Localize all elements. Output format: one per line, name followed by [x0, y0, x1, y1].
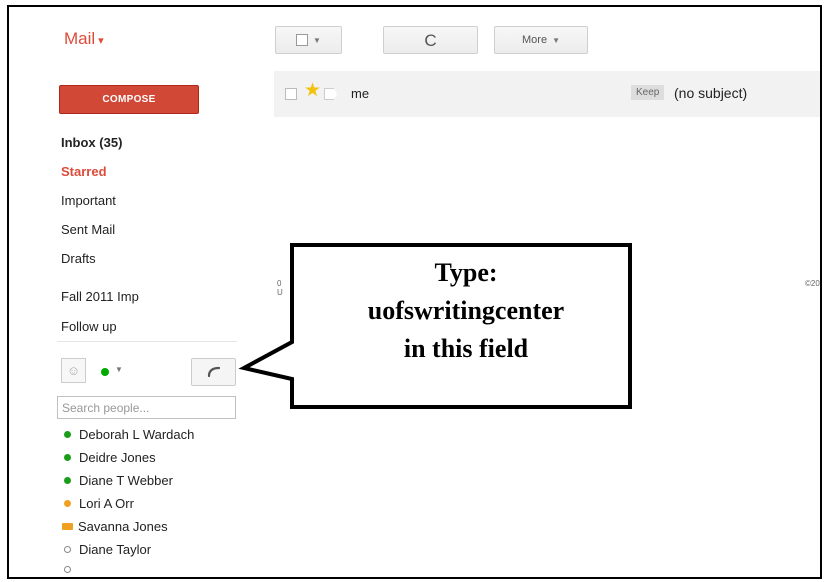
contact-name: Diane T Webber	[79, 473, 173, 488]
nav-fall-2011-imp[interactable]: Fall 2011 Imp	[61, 289, 139, 304]
footer-copyright: ©201	[805, 279, 820, 288]
callout-text: Type: uofswritingcenter in this field	[295, 254, 637, 368]
contact-item[interactable]: Diane Taylor	[64, 542, 151, 557]
message-label-tag: Keep	[631, 85, 665, 100]
contact-name: Deborah L Wardach	[79, 427, 195, 442]
footer-fragment-line2: U	[277, 288, 283, 297]
chevron-down-icon: ▾	[98, 35, 104, 47]
contact-item[interactable]: Savanna Jones	[62, 519, 168, 534]
nav-sent-mail[interactable]: Sent Mail	[61, 222, 115, 237]
offline-status-icon	[64, 546, 71, 553]
mail-app-switcher[interactable]: Mail ▾	[64, 29, 104, 49]
contact-item[interactable]: Lori A Orr	[64, 496, 134, 511]
nav-drafts[interactable]: Drafts	[61, 251, 96, 266]
contact-name: Savanna Jones	[78, 519, 168, 534]
phone-icon[interactable]	[191, 358, 236, 386]
checkbox-icon	[296, 34, 309, 46]
offline-status-icon	[64, 566, 71, 573]
contact-name: Lori A Orr	[79, 496, 134, 511]
mail-app-label: Mail	[64, 29, 96, 48]
available-status-icon	[64, 477, 71, 484]
callout-line-1: Type:	[434, 258, 498, 287]
available-status-icon	[64, 431, 71, 438]
phone-icon-glyph	[207, 366, 220, 378]
row-checkbox[interactable]	[285, 88, 297, 100]
compose-button[interactable]: COMPOSE	[59, 85, 199, 114]
message-sender: me	[351, 86, 370, 101]
callout-line-2: uofswritingcenter	[367, 296, 565, 325]
person-icon[interactable]: ☺	[61, 358, 86, 383]
search-people-input[interactable]	[57, 396, 236, 419]
callout-line-3: in this field	[403, 334, 529, 363]
star-icon[interactable]: ★	[304, 81, 321, 100]
nav-important[interactable]: Important	[61, 193, 116, 208]
contact-item[interactable]: Deidre Jones	[64, 450, 156, 465]
refresh-button[interactable]: C	[383, 26, 478, 54]
available-status-icon	[64, 454, 71, 461]
chevron-down-icon: ▼	[552, 35, 560, 45]
video-camera-icon	[62, 523, 73, 530]
select-button[interactable]: ▼	[275, 26, 342, 54]
contact-item[interactable]: Deborah L Wardach	[64, 427, 194, 442]
chevron-down-icon: ▼	[313, 35, 321, 45]
contact-item-partial	[64, 566, 79, 573]
more-button[interactable]: More ▼	[494, 26, 588, 54]
contact-item[interactable]: Diane T Webber	[64, 473, 173, 488]
message-subject: (no subject)	[674, 85, 748, 101]
message-row[interactable]: ★ me Keep (no subject)	[274, 71, 820, 117]
more-button-label: More	[522, 34, 548, 46]
nav-follow-up[interactable]: Follow up	[61, 319, 117, 334]
idle-status-icon	[64, 500, 71, 507]
contact-name: Deidre Jones	[79, 450, 156, 465]
refresh-icon: C	[424, 30, 437, 50]
status-dot-icon[interactable]	[101, 368, 109, 376]
footer-fragment-left: 0 U	[277, 279, 283, 297]
chevron-down-icon[interactable]: ▼	[115, 365, 123, 374]
contact-name: Diane Taylor	[79, 542, 152, 557]
footer-fragment-line1: 0	[277, 279, 282, 288]
chat-divider	[57, 341, 237, 342]
nav-inbox[interactable]: Inbox (35)	[61, 135, 122, 150]
nav-starred[interactable]: Starred	[61, 164, 107, 179]
label-icon[interactable]	[324, 88, 337, 100]
screenshot-frame: Mail ▾ ▼ C More ▼ COMPOSE ★ me Keep (no s…	[7, 5, 822, 579]
